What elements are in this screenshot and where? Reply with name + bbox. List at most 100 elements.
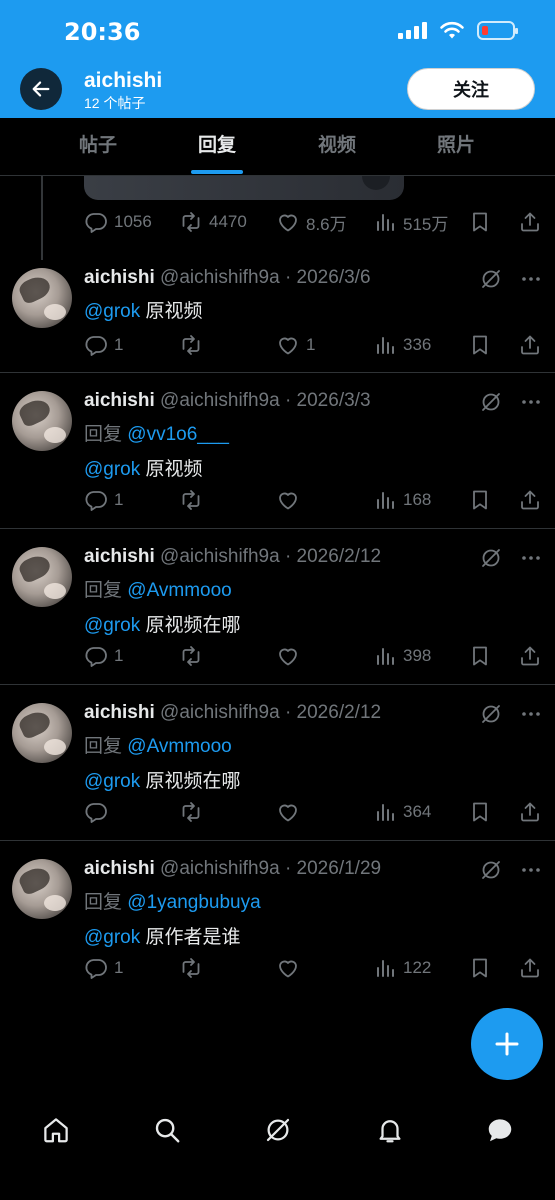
- views-button[interactable]: 515万: [373, 208, 448, 236]
- like-button[interactable]: 1: [276, 331, 315, 359]
- post-text: @grok 原视频: [84, 301, 203, 322]
- grok-icon[interactable]: [479, 858, 503, 882]
- tab-videos[interactable]: 视频: [277, 118, 397, 176]
- reply-button[interactable]: 1056: [84, 208, 152, 236]
- mention-link[interactable]: @grok: [84, 301, 140, 322]
- post-header: aichishi @aichishifh9a · 2026/1/29: [84, 858, 381, 880]
- reply-post[interactable]: aichishi @aichishifh9a · 2026/3/6 @grok …: [0, 250, 555, 373]
- nav-messages[interactable]: [476, 1106, 524, 1154]
- reply-to-link[interactable]: @Avmmooo: [127, 736, 231, 757]
- avatar[interactable]: [12, 391, 72, 451]
- heart-icon: [276, 333, 300, 357]
- views-icon: [373, 333, 397, 357]
- views-button[interactable]: 336: [373, 331, 431, 359]
- tab-posts[interactable]: 帖子: [38, 118, 158, 176]
- reply-button[interactable]: 1: [84, 486, 123, 514]
- author-name[interactable]: aichishi: [84, 546, 155, 567]
- share-button[interactable]: [518, 954, 542, 982]
- reply-button[interactable]: [84, 798, 114, 826]
- follow-button[interactable]: 关注: [407, 68, 535, 110]
- nav-search[interactable]: [143, 1106, 191, 1154]
- grok-icon[interactable]: [479, 546, 503, 570]
- share-button[interactable]: [518, 486, 542, 514]
- avatar[interactable]: [12, 703, 72, 763]
- post-actions: 1 168: [84, 486, 544, 514]
- replies-feed[interactable]: 1056 4470 8.6万 515万 aichishi @aichishifh…: [0, 176, 555, 1080]
- reply-icon: [84, 644, 108, 668]
- reply-to-link[interactable]: @Avmmooo: [127, 580, 231, 601]
- avatar[interactable]: [12, 859, 72, 919]
- mention-link[interactable]: @grok: [84, 771, 140, 792]
- nav-home[interactable]: [32, 1106, 80, 1154]
- reply-icon: [84, 956, 108, 980]
- bookmark-button[interactable]: [468, 954, 492, 982]
- views-button[interactable]: 364: [373, 798, 431, 826]
- share-button[interactable]: [518, 331, 542, 359]
- reply-to-link[interactable]: @1yangbubuya: [127, 892, 260, 913]
- avatar[interactable]: [12, 547, 72, 607]
- reply-post[interactable]: aichishi @aichishifh9a · 2026/1/29 回复 @1…: [0, 841, 555, 997]
- bookmark-button[interactable]: [468, 208, 492, 236]
- post-text: @grok 原作者是谁: [84, 927, 241, 948]
- reply-button[interactable]: 1: [84, 331, 123, 359]
- views-button[interactable]: 122: [373, 954, 431, 982]
- post-actions: 364: [84, 798, 544, 826]
- repost-icon: [179, 488, 203, 512]
- reply-button[interactable]: 1: [84, 642, 123, 670]
- reply-post[interactable]: aichishi @aichishifh9a · 2026/3/3 回复 @vv…: [0, 373, 555, 529]
- author-name[interactable]: aichishi: [84, 390, 155, 411]
- reply-icon: [84, 800, 108, 824]
- like-button[interactable]: [276, 486, 306, 514]
- reply-button[interactable]: 1: [84, 954, 123, 982]
- avatar[interactable]: [12, 268, 72, 328]
- more-icon[interactable]: [519, 858, 543, 882]
- back-button[interactable]: [20, 68, 62, 110]
- tab-photos[interactable]: 照片: [396, 118, 516, 176]
- repost-button[interactable]: [179, 331, 209, 359]
- grok-icon[interactable]: [479, 390, 503, 414]
- post-header: aichishi @aichishifh9a · 2026/3/3: [84, 390, 371, 412]
- share-button[interactable]: [518, 642, 542, 670]
- reply-post[interactable]: aichishi @aichishifh9a · 2026/2/12 回复 @A…: [0, 529, 555, 685]
- bookmark-icon: [468, 644, 492, 668]
- nav-grok[interactable]: [254, 1106, 302, 1154]
- repost-button[interactable]: [179, 642, 209, 670]
- like-button[interactable]: [276, 954, 306, 982]
- share-button[interactable]: [518, 208, 542, 236]
- post-media[interactable]: [84, 176, 404, 200]
- views-button[interactable]: 398: [373, 642, 431, 670]
- repost-button[interactable]: [179, 486, 209, 514]
- mention-link[interactable]: @grok: [84, 927, 140, 948]
- grok-icon[interactable]: [479, 267, 503, 291]
- compose-button[interactable]: [471, 1008, 543, 1080]
- author-name[interactable]: aichishi: [84, 702, 155, 723]
- share-button[interactable]: [518, 798, 542, 826]
- more-icon[interactable]: [519, 267, 543, 291]
- repost-button[interactable]: [179, 798, 209, 826]
- author-name[interactable]: aichishi: [84, 858, 155, 879]
- more-icon[interactable]: [519, 546, 543, 570]
- reply-to-link[interactable]: @vv1o6___: [127, 424, 229, 445]
- mention-link[interactable]: @grok: [84, 615, 140, 636]
- more-icon[interactable]: [519, 702, 543, 726]
- like-button[interactable]: [276, 642, 306, 670]
- share-icon: [518, 488, 542, 512]
- bookmark-button[interactable]: [468, 798, 492, 826]
- views-icon: [373, 644, 397, 668]
- bookmark-button[interactable]: [468, 642, 492, 670]
- repost-button[interactable]: 4470: [179, 208, 247, 236]
- views-button[interactable]: 168: [373, 486, 431, 514]
- like-button[interactable]: 8.6万: [276, 208, 347, 236]
- author-name[interactable]: aichishi: [84, 267, 155, 288]
- bookmark-button[interactable]: [468, 331, 492, 359]
- tab-replies[interactable]: 回复: [157, 118, 277, 176]
- reply-post[interactable]: aichishi @aichishifh9a · 2026/2/12 回复 @A…: [0, 685, 555, 841]
- repost-button[interactable]: [179, 954, 209, 982]
- more-icon[interactable]: [519, 390, 543, 414]
- mention-link[interactable]: @grok: [84, 459, 140, 480]
- like-button[interactable]: [276, 798, 306, 826]
- bookmark-button[interactable]: [468, 486, 492, 514]
- top-header: 20:36 aichishi 12 个帖子 关注: [0, 0, 555, 118]
- grok-icon[interactable]: [479, 702, 503, 726]
- nav-notifications[interactable]: [366, 1106, 414, 1154]
